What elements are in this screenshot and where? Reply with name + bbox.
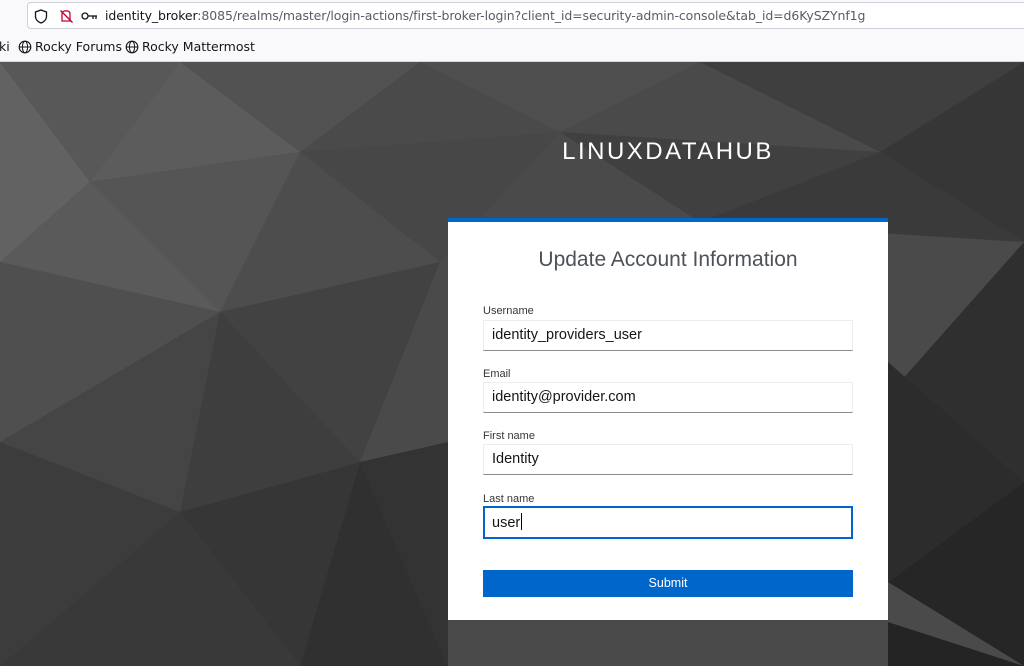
brand-title: LINUXDATAHUB [562, 138, 774, 165]
globe-icon [18, 40, 32, 54]
bookmark-label: Rocky Mattermost [142, 39, 255, 54]
last-name-value: user [492, 515, 521, 531]
username-label: Username [483, 305, 534, 317]
globe-icon [125, 40, 139, 54]
login-page: LINUXDATAHUB Update Account Information … [0, 62, 1024, 666]
url-host: identity_broker [105, 8, 198, 23]
key-icon[interactable] [80, 7, 98, 25]
bookmark-partial-label: ki [0, 39, 10, 54]
update-account-card: Update Account Information Username iden… [448, 218, 888, 620]
email-label: Email [483, 368, 511, 380]
first-name-field[interactable]: Identity [483, 444, 853, 475]
url-text[interactable]: identity_broker:8085/realms/master/login… [105, 8, 865, 23]
text-cursor [521, 513, 523, 530]
last-name-label: Last name [483, 493, 535, 505]
email-field[interactable]: identity@provider.com [483, 382, 853, 413]
page-title: Update Account Information [538, 248, 798, 271]
username-field[interactable]: identity_providers_user [483, 320, 853, 351]
url-bar[interactable]: identity_broker:8085/realms/master/login… [27, 2, 1024, 29]
shield-icon[interactable] [32, 7, 50, 25]
bookmark-rocky-forums[interactable]: Rocky Forums [18, 39, 122, 54]
bookmark-label: Rocky Forums [35, 39, 122, 54]
bookmarks-bar: ki Rocky Forums Rocky Mattermost [0, 33, 1024, 62]
submit-button[interactable]: Submit [483, 570, 853, 597]
permissions-blocked-icon[interactable] [57, 7, 75, 25]
url-path: :8085/realms/master/login-actions/first-… [197, 8, 866, 23]
first-name-label: First name [483, 430, 535, 442]
bookmark-rocky-mattermost[interactable]: Rocky Mattermost [125, 39, 255, 54]
browser-toolbar: identity_broker:8085/realms/master/login… [0, 0, 1024, 33]
bookmark-partial[interactable]: ki [0, 39, 10, 54]
last-name-field[interactable]: user [483, 506, 853, 539]
